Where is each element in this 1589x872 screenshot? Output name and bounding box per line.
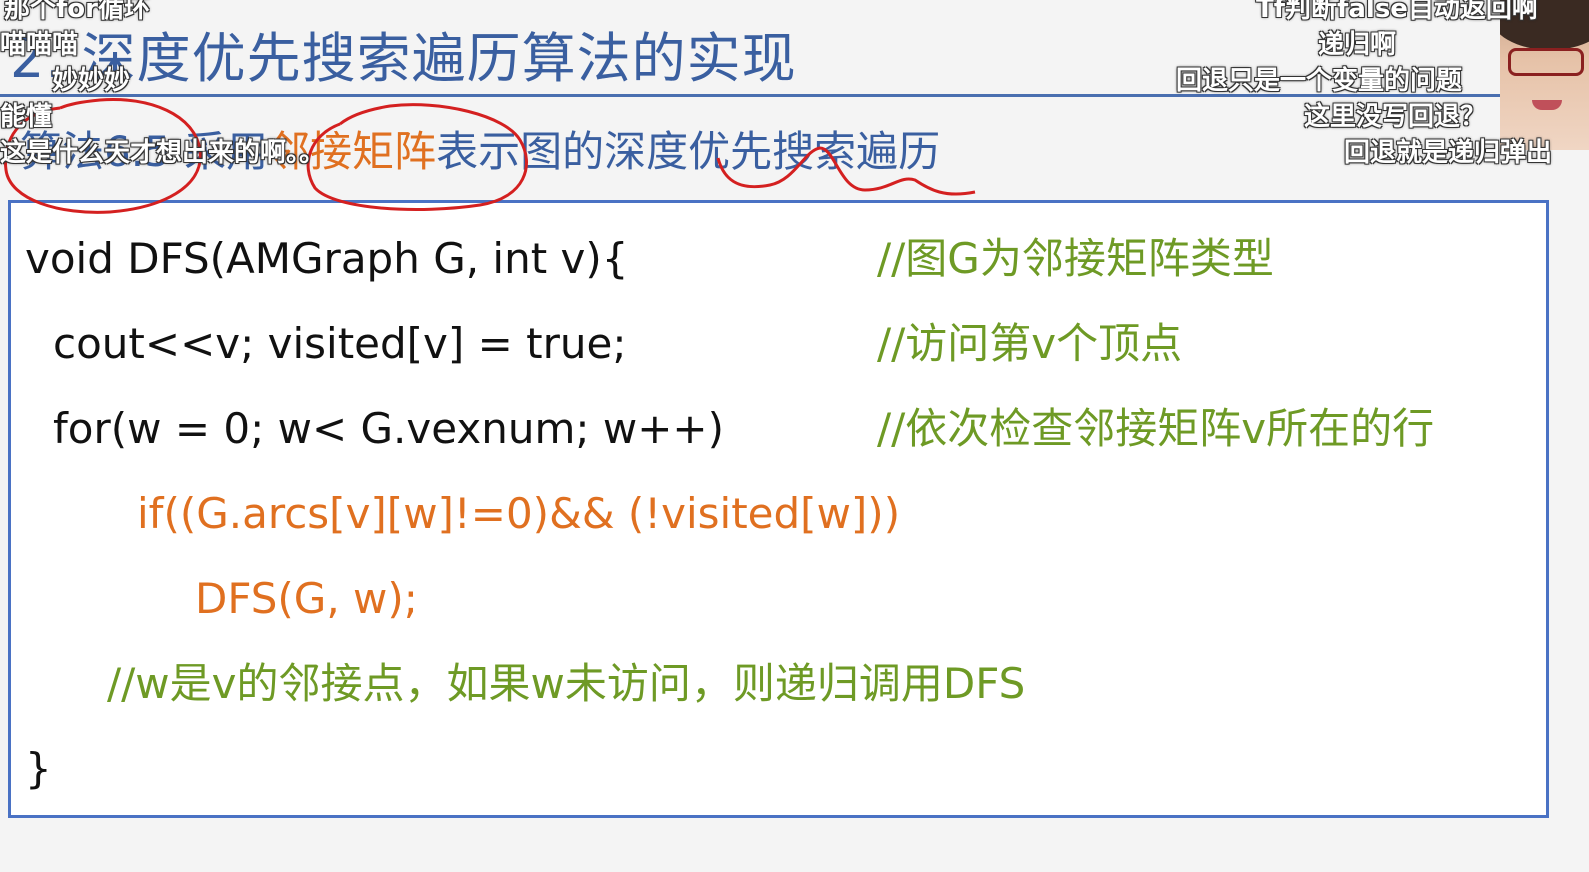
danmaku-comment: 喵喵喵: [0, 30, 79, 60]
danmaku-comment: 能懂: [0, 102, 53, 132]
code-text: DFS(G, w);: [195, 574, 418, 623]
code-comment: //依次检查邻接矩阵v所在的行: [877, 404, 1435, 453]
code-block: void DFS(AMGraph G, int v){ //图G为邻接矩阵类型 …: [8, 200, 1549, 818]
danmaku-comment: 回退只是一个变量的问题: [1176, 66, 1463, 96]
code-comment: //w是v的邻接点，如果w未访问，则递归调用DFS: [107, 659, 1026, 708]
danmaku-comment: 妙妙妙: [52, 66, 131, 96]
glasses-icon: [1508, 48, 1584, 76]
code-text: if((G.arcs[v][w]!=0)&& (!visited[w])): [137, 489, 901, 538]
code-text: void DFS(AMGraph G, int v){: [25, 234, 629, 283]
code-comment: //访问第v个顶点: [877, 319, 1183, 368]
danmaku-comment: 这是什么天才想出来的啊。。: [0, 138, 326, 168]
danmaku-comment: Tf判断false自动返回啊: [1256, 0, 1538, 24]
code-comment: //图G为邻接矩阵类型: [877, 234, 1274, 283]
danmaku-comment: 那个for循环: [4, 0, 150, 24]
danmaku-comment: 递归啊: [1318, 30, 1397, 60]
code-text: cout<<v; visited[v] = true;: [53, 319, 627, 368]
code-text: }: [25, 744, 52, 793]
danmaku-comment: 这里没写回退？: [1304, 102, 1487, 132]
presenter-mouth: [1532, 100, 1562, 110]
code-text: for(w = 0; w< G.vexnum; w++): [53, 404, 724, 453]
danmaku-comment: 回退就是递归弹出: [1344, 138, 1553, 168]
subtitle-suffix: 表示图的深度优先搜索遍历: [436, 127, 941, 176]
